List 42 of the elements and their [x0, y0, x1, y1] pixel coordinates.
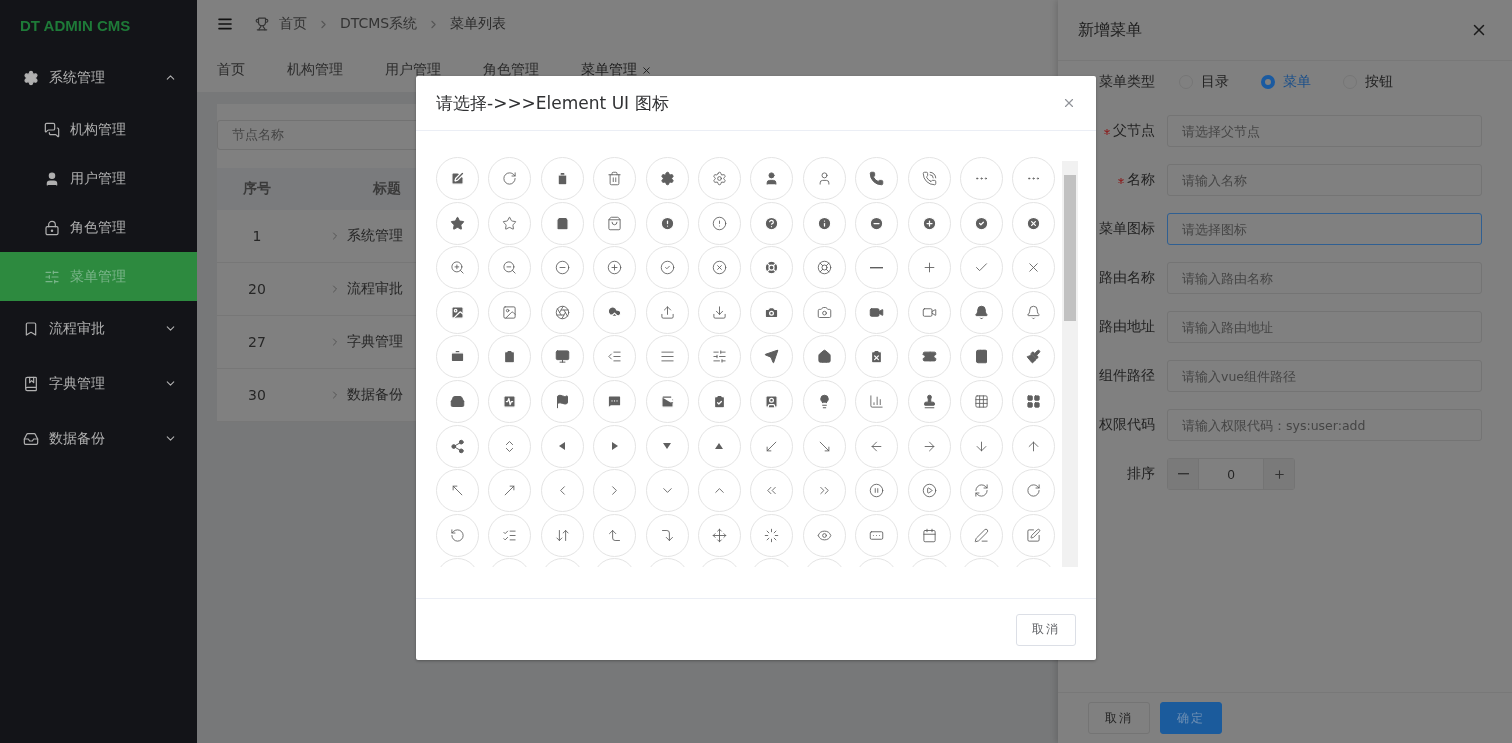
column-header: 序号 — [242, 180, 272, 198]
breadcrumb-item[interactable]: 菜单列表 — [450, 15, 507, 33]
field-label: 路由地址 — [1098, 318, 1155, 336]
field-label: 菜单类型 — [1098, 73, 1155, 91]
sidebar-item[interactable]: 用户管理 — [0, 154, 197, 203]
radio-option[interactable]: 菜单 — [1261, 73, 1311, 91]
sidebar-item[interactable]: 系统管理 — [0, 50, 197, 105]
tab[interactable]: 菜单管理 — [569, 48, 664, 92]
sidebar-item[interactable]: 角色管理 — [0, 203, 197, 252]
table-cell: 字典管理 — [347, 333, 403, 351]
table-cell: 数据备份 — [347, 386, 403, 404]
table-cell-text: 27 — [247, 334, 267, 350]
field-label: 父节点 — [1098, 122, 1155, 140]
cancel-button[interactable]: 取消 — [1016, 613, 1076, 646]
radio-option[interactable]: 按钮 — [1343, 73, 1393, 91]
sidebar-item[interactable]: 字典管理 — [0, 356, 197, 411]
tab[interactable]: 首页 — [205, 48, 257, 92]
confirm-button[interactable]: 确定 — [1160, 702, 1222, 734]
app-logo: DT ADMIN CMS — [19, 15, 132, 36]
column-header: 标题 — [372, 180, 402, 198]
tab[interactable]: 机构管理 — [275, 48, 355, 92]
sidebar-item[interactable]: 流程审批 — [0, 301, 197, 356]
drawer-title: 新增菜单 — [1078, 19, 1142, 41]
radio-option[interactable]: 目录 — [1179, 73, 1229, 91]
table-cell-text: 20 — [247, 281, 267, 297]
field-label: 组件路径 — [1098, 367, 1155, 385]
field-label: 路由名称 — [1098, 269, 1155, 287]
sidebar-item[interactable]: 数据备份 — [0, 411, 197, 466]
breadcrumb-item[interactable]: DTCMS系统 — [340, 15, 418, 33]
cancel-button[interactable]: 取消 — [1088, 702, 1150, 734]
table-cell-text: 30 — [247, 387, 267, 403]
breadcrumb-item[interactable]: 首页 — [279, 15, 307, 33]
field-label: 名称 — [1098, 171, 1155, 189]
table-cell: 系统管理 — [347, 227, 403, 245]
field-label: 排序 — [1126, 465, 1155, 483]
number-stepper[interactable]: 0 — [1167, 458, 1295, 490]
field-label: 菜单图标 — [1098, 220, 1155, 238]
sidebar-item[interactable]: 机构管理 — [0, 105, 197, 154]
table-cell-text: 1 — [251, 228, 263, 244]
dialog-title: 请选择->>>Element UI 图标 — [436, 91, 669, 115]
field-label: 权限代码 — [1098, 416, 1155, 434]
table-cell: 流程审批 — [347, 280, 403, 298]
